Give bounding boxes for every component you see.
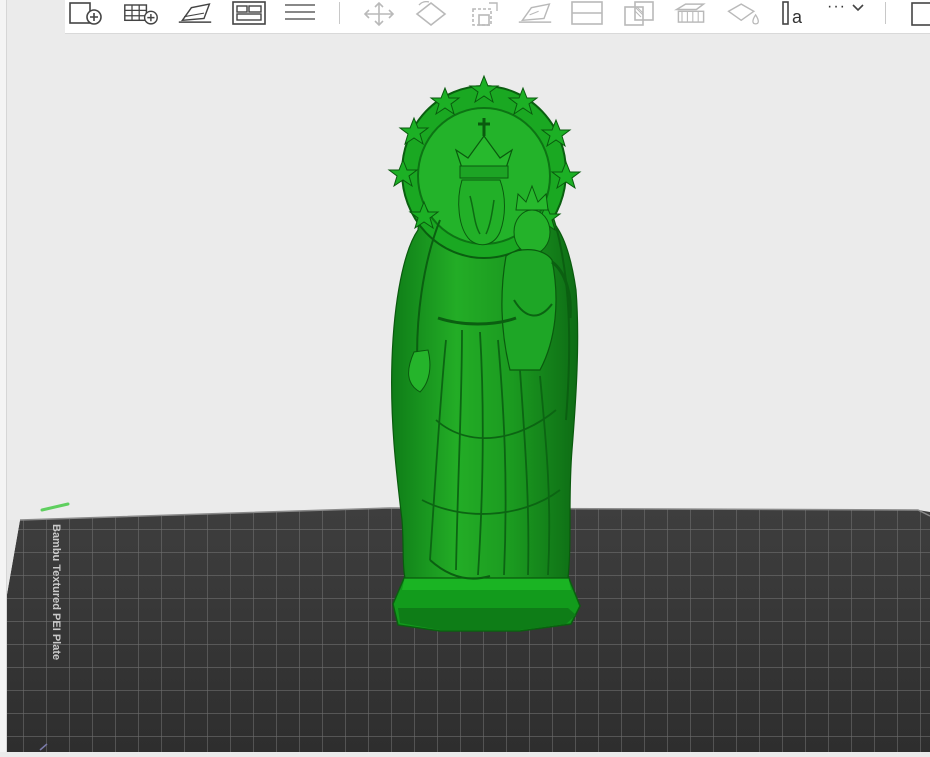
chevron-down-icon[interactable]	[851, 2, 865, 14]
lay-on-face-icon	[518, 3, 552, 23]
mother-head	[458, 179, 505, 246]
svg-text:a: a	[792, 7, 803, 27]
support-paint-icon	[674, 3, 706, 23]
rotate-button[interactable]	[413, 0, 449, 28]
grid-add-icon	[124, 4, 158, 25]
statue-model[interactable]	[387, 74, 582, 632]
orient-place-button[interactable]	[177, 0, 213, 28]
toolbar-separator	[339, 2, 340, 24]
scale-icon	[472, 2, 498, 26]
boolean-button[interactable]	[621, 0, 657, 28]
add-plate-icon	[69, 2, 102, 25]
add-plate-button[interactable]	[68, 0, 104, 28]
layers-button[interactable]	[282, 0, 318, 28]
color-paint-icon	[727, 3, 759, 25]
support-paint-button[interactable]	[673, 0, 709, 28]
color-paint-button[interactable]	[725, 0, 761, 28]
cut-button[interactable]	[569, 0, 605, 28]
more-tools-button[interactable]: ···	[827, 0, 846, 16]
layout-icon	[232, 1, 266, 25]
text-emboss-icon: a	[782, 1, 803, 27]
layout-panels-button[interactable]	[231, 0, 267, 28]
object-list-button[interactable]	[901, 0, 930, 28]
cut-icon	[571, 1, 603, 25]
object-list-icon	[911, 2, 930, 26]
axis-gizmo-icon	[40, 502, 70, 512]
left-panel-edge	[0, 0, 7, 752]
toolbar-separator	[885, 2, 886, 24]
3d-viewport[interactable]: Bambu Textured PEI Plate	[0, 0, 930, 752]
arrange-grid-button[interactable]	[123, 0, 159, 28]
rotate-icon	[415, 1, 447, 27]
scale-button[interactable]	[465, 0, 501, 28]
origin-marker-icon	[39, 743, 48, 751]
place-on-face-icon	[178, 3, 212, 23]
layers-icon	[285, 4, 315, 20]
top-toolbar: a ···	[65, 0, 930, 34]
lay-on-face-button[interactable]	[517, 0, 553, 28]
boolean-icon	[624, 1, 654, 26]
move-button[interactable]	[361, 0, 397, 28]
scene[interactable]	[0, 0, 930, 752]
move-icon	[363, 1, 395, 27]
plate-label: Bambu Textured PEI Plate	[50, 524, 62, 661]
text-emboss-button[interactable]: a	[777, 0, 813, 28]
